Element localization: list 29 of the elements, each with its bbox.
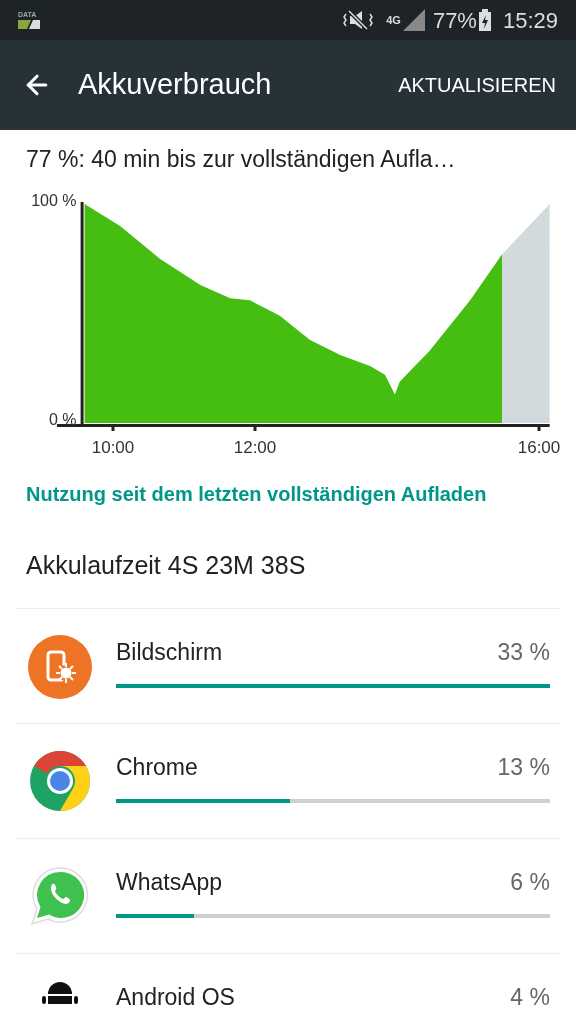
x-tick-label: 16:00 xyxy=(517,437,561,457)
phone-bubble-icon xyxy=(29,865,91,927)
robot-icon xyxy=(40,980,80,1004)
app-name: Android OS xyxy=(116,983,235,1012)
network-type-label: 4G xyxy=(386,14,401,26)
y-tick-label: 0 % xyxy=(49,410,77,428)
vibrate-mute-icon xyxy=(342,9,375,31)
usage-percent: 4 % xyxy=(510,983,550,1012)
usage-percent: 6 % xyxy=(510,868,550,897)
y-tick-label: 100 % xyxy=(31,191,77,209)
battery-charging-icon xyxy=(478,9,491,31)
browser-icon xyxy=(29,750,91,812)
data-indicator-icon xyxy=(18,20,40,29)
app-name: Bildschirm xyxy=(116,638,223,667)
app-name: Chrome xyxy=(116,753,198,782)
usage-percent: 13 % xyxy=(497,753,550,782)
clock: 15:29 xyxy=(502,6,558,35)
x-tick-label: 10:00 xyxy=(91,437,135,457)
signal-icon xyxy=(402,9,425,31)
refresh-button[interactable]: AKTUALISIEREN xyxy=(398,70,556,100)
charge-summary: 77 %: 40 min bis zur vollständigen Aufla… xyxy=(26,145,457,174)
usage-percent: 33 % xyxy=(497,638,550,667)
battery-percent: 77% xyxy=(432,6,477,35)
app-name: WhatsApp xyxy=(116,868,223,897)
battery-runtime: Akkulaufzeit 4S 23M 38S xyxy=(26,549,307,581)
screen-brightness-icon xyxy=(28,635,92,699)
screen-title: Akkuverbrauch xyxy=(78,67,272,103)
section-heading: Nutzung seit dem letzten vollständigen Aufladen xyxy=(26,481,488,507)
x-tick-label: 12:00 xyxy=(233,437,277,457)
